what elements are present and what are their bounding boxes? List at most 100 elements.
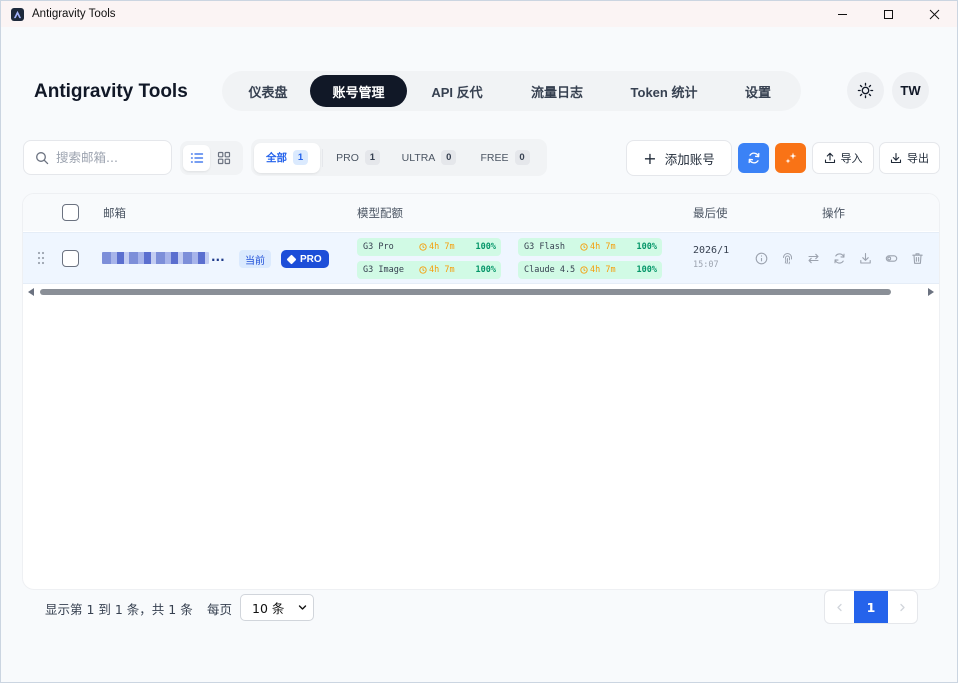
last-used-date: 2026/1 — [693, 245, 730, 256]
list-icon — [190, 153, 203, 163]
chevron-down-icon — [298, 605, 307, 610]
close-button[interactable] — [911, 1, 957, 27]
toggle-account-button[interactable] — [878, 245, 904, 271]
quota-reset: 4h 7m — [580, 265, 616, 275]
quota-reset-text: 4h 7m — [429, 265, 455, 275]
filter-pro[interactable]: PRO 1 — [325, 143, 391, 173]
quota-model-name: G3 Pro — [363, 242, 394, 252]
row-checkbox[interactable] — [62, 250, 79, 267]
sparkle-icon — [785, 152, 796, 164]
prev-page-button[interactable] — [825, 591, 854, 623]
quota-percent: 100% — [636, 265, 657, 275]
maximize-button[interactable] — [865, 1, 911, 27]
search-input[interactable] — [56, 150, 166, 165]
column-actions: 操作 — [822, 206, 845, 220]
add-account-label: 添加账号 — [664, 151, 715, 167]
switch-icon — [807, 253, 819, 263]
column-quota: 模型配额 — [357, 206, 403, 220]
quota-reset-text: 4h 7m — [429, 242, 455, 252]
user-avatar[interactable]: TW — [892, 72, 929, 109]
filter-ultra[interactable]: ULTRA 0 — [391, 143, 467, 173]
clock-icon — [419, 266, 427, 274]
export-label: 导出 — [907, 152, 929, 165]
quota-g3-image: G3 Image 4h 7m 100% — [357, 261, 501, 279]
quota-g3-pro: G3 Pro 4h 7m 100% — [357, 238, 501, 256]
column-last-used: 最后使 — [693, 206, 728, 220]
nav-traffic-logs[interactable]: 流量日志 — [507, 75, 607, 107]
refresh-all-button[interactable] — [738, 143, 769, 173]
export-account-button[interactable] — [852, 245, 878, 271]
refresh-quota-button[interactable] — [826, 245, 852, 271]
column-email: 邮箱 — [103, 206, 126, 220]
scroll-left-icon[interactable] — [28, 288, 34, 296]
nav-token-stats[interactable]: Token 统计 — [607, 75, 721, 107]
app-logo-icon — [11, 7, 24, 21]
scrollbar-thumb[interactable] — [40, 289, 891, 295]
clock-icon — [419, 243, 427, 251]
current-badge: 当前 — [239, 250, 271, 268]
download-icon — [859, 252, 871, 264]
tier-filter: 全部 1 PRO 1 ULTRA 0 FREE 0 — [251, 139, 547, 176]
grid-view-button[interactable] — [210, 145, 237, 171]
title-bar: Antigravity Tools — [1, 1, 957, 27]
scroll-right-icon[interactable] — [928, 288, 934, 296]
table-row[interactable]: ... 当前 PRO G3 Pro 4h 7m 100% G3 Flash 4h… — [23, 232, 939, 284]
pagination-summary: 显示第 1 到 1 条，共 1 条 — [45, 602, 193, 617]
horizontal-scrollbar[interactable] — [23, 286, 939, 298]
pagination: 1 — [824, 590, 918, 624]
next-page-button[interactable] — [888, 591, 917, 623]
details-button[interactable] — [748, 245, 774, 271]
quota-reset: 4h 7m — [419, 242, 455, 252]
minimize-button[interactable] — [819, 1, 865, 27]
page-button-current[interactable]: 1 — [854, 591, 888, 623]
quota-g3-flash: G3 Flash 4h 7m 100% — [518, 238, 662, 256]
window-title: Antigravity Tools — [32, 8, 116, 20]
filter-ultra-label: ULTRA — [401, 151, 436, 164]
divider — [322, 148, 323, 167]
maximize-icon — [883, 9, 893, 19]
add-account-button[interactable]: + 添加账号 — [626, 140, 732, 176]
quota-percent: 100% — [636, 242, 657, 252]
filter-all-label: 全部 — [266, 152, 287, 164]
refresh-icon — [748, 152, 759, 164]
delete-account-button[interactable] — [904, 245, 930, 271]
app-body: Antigravity Tools 仪表盘 账号管理 API 反代 流量日志 T… — [1, 27, 957, 682]
quota-claude-4-5: Claude 4.5 4h 7m 100% — [518, 261, 662, 279]
theme-toggle-button[interactable] — [847, 72, 884, 109]
page-size-select[interactable]: 10 条 — [240, 594, 314, 621]
email-redacted — [102, 252, 209, 264]
select-all-checkbox[interactable] — [62, 204, 79, 221]
quota-model-name: G3 Flash — [524, 242, 565, 252]
filter-free-count: 0 — [514, 150, 530, 165]
nav-dashboard[interactable]: 仪表盘 — [226, 75, 310, 107]
nav-api-proxy[interactable]: API 反代 — [407, 75, 507, 107]
clock-icon — [580, 243, 588, 251]
fingerprint-button[interactable] — [774, 245, 800, 271]
filter-all[interactable]: 全部 1 — [254, 142, 320, 173]
close-icon — [929, 9, 939, 19]
page-size-value: 10 条 — [252, 601, 285, 616]
minimize-icon — [837, 13, 847, 15]
grid-icon — [217, 151, 230, 165]
filter-ultra-count: 0 — [441, 150, 457, 165]
filter-pro-label: PRO — [336, 151, 359, 164]
filter-free-label: FREE — [480, 151, 509, 164]
download-icon — [890, 152, 902, 164]
nav-accounts[interactable]: 账号管理 — [310, 75, 407, 107]
view-toggle — [180, 141, 243, 175]
export-button[interactable]: 导出 — [879, 142, 940, 174]
plus-icon: + — [643, 148, 657, 168]
search-icon — [36, 151, 49, 164]
import-button[interactable]: 导入 — [812, 142, 874, 174]
nav-settings[interactable]: 设置 — [721, 75, 795, 107]
filter-free[interactable]: FREE 0 — [467, 143, 543, 173]
chevron-right-icon — [900, 603, 905, 611]
refresh-icon — [833, 252, 845, 264]
quick-action-button[interactable] — [775, 143, 806, 173]
last-used-time: 15:07 — [693, 260, 719, 270]
switch-account-button[interactable] — [800, 245, 826, 271]
info-icon — [755, 252, 767, 264]
filter-all-count: 1 — [293, 150, 308, 165]
list-view-button[interactable] — [183, 145, 210, 171]
drag-handle-icon[interactable] — [37, 251, 45, 265]
